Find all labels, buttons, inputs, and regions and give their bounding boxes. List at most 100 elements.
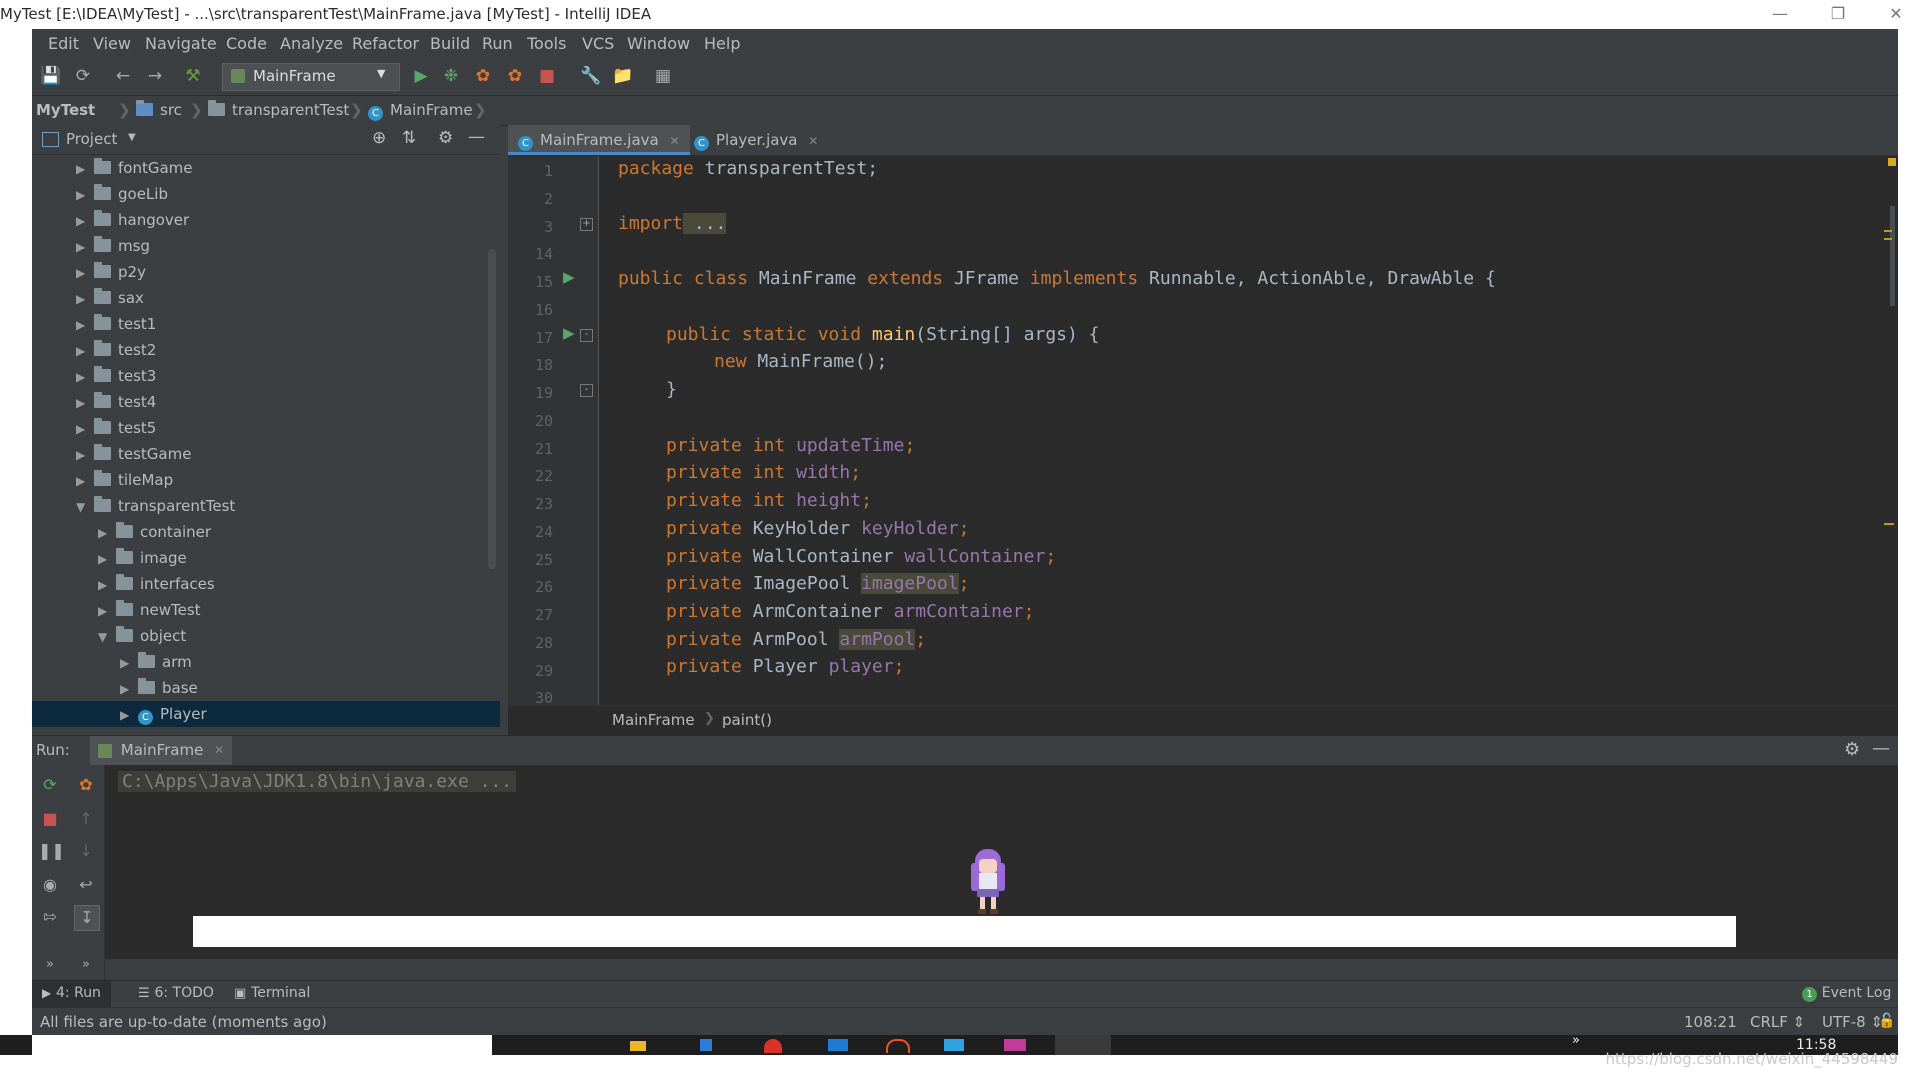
rerun-icon[interactable]: ⟳ xyxy=(38,773,62,797)
taskbar-search-box[interactable] xyxy=(32,1035,492,1055)
run-tab-mainframe[interactable]: MainFrame ✕ xyxy=(90,736,233,766)
fold-expand-icon[interactable]: + xyxy=(580,218,593,231)
expand-arrow-icon[interactable]: ▶ xyxy=(98,598,116,624)
sync-icon[interactable]: ⟳ xyxy=(72,65,94,87)
menu-code[interactable]: Code xyxy=(226,34,267,53)
tree-item-test2[interactable]: ▶ test2 xyxy=(76,337,156,363)
taskbar-active-app[interactable] xyxy=(1055,1035,1111,1055)
hide-panel-icon[interactable]: — xyxy=(1872,738,1890,759)
sdk-manager-icon[interactable]: ▦ xyxy=(652,65,674,87)
expand-arrow-icon[interactable]: ▶ xyxy=(76,390,94,416)
taskbar-app-icon[interactable] xyxy=(1004,1039,1026,1051)
close-tab-icon[interactable]: ✕ xyxy=(670,134,680,148)
tree-item-test5[interactable]: ▶ test5 xyxy=(76,415,156,441)
camera-icon[interactable]: ◉ xyxy=(38,873,62,897)
warning-marker[interactable] xyxy=(1884,523,1894,525)
collapse-arrow-icon[interactable]: ▼ xyxy=(76,494,94,520)
expand-arrow-icon[interactable]: ▶ xyxy=(76,286,94,312)
project-view-selector[interactable]: Project xyxy=(66,130,117,148)
expand-arrow-icon[interactable]: ▶ xyxy=(76,468,94,494)
breadcrumb-src[interactable]: src xyxy=(136,100,182,119)
tree-item-test1[interactable]: ▶ test1 xyxy=(76,311,156,337)
tool-window-todo[interactable]: ☰ 6: TODO xyxy=(128,981,224,1008)
fold-end-icon[interactable]: - xyxy=(580,384,593,397)
stop-icon[interactable]: ■ xyxy=(536,65,558,87)
arrow-up-icon[interactable]: ↑ xyxy=(74,807,98,831)
expand-arrow-icon[interactable]: ▶ xyxy=(76,208,94,234)
tree-item-container[interactable]: ▶ container xyxy=(98,519,211,545)
tree-item-tileMap[interactable]: ▶ tileMap xyxy=(76,467,173,493)
more-actions-icon[interactable]: » xyxy=(74,953,98,977)
locate-target-icon[interactable]: ⊕ xyxy=(372,128,386,148)
file-explorer-icon[interactable] xyxy=(630,1041,646,1051)
arrow-down-icon[interactable]: ↓ xyxy=(74,839,98,863)
menu-window[interactable]: Window xyxy=(627,34,690,53)
stop-icon[interactable]: ■ xyxy=(38,807,62,831)
close-button[interactable]: ✕ xyxy=(1878,2,1914,26)
gear-icon[interactable]: ⚙ xyxy=(1844,739,1860,760)
tool-window-run[interactable]: ▶ 4: Run xyxy=(32,981,111,1008)
menu-vcs[interactable]: VCS xyxy=(582,34,614,53)
minimize-button[interactable]: — xyxy=(1762,2,1798,26)
project-scrollbar[interactable] xyxy=(488,249,496,569)
back-icon[interactable]: ← xyxy=(112,65,134,87)
menu-tools[interactable]: Tools xyxy=(527,34,566,53)
warning-marker[interactable] xyxy=(1884,238,1892,240)
collapse-arrow-icon[interactable]: ▼ xyxy=(98,624,116,650)
run-configuration-select[interactable]: MainFrame ▼ xyxy=(222,63,400,91)
build-hammer-icon[interactable]: ⚒ xyxy=(182,65,204,87)
editor-crumb-class[interactable]: MainFrame xyxy=(612,711,695,729)
run-gutter-icon[interactable]: ▶ xyxy=(563,324,575,342)
expand-arrow-icon[interactable]: ▶ xyxy=(76,338,94,364)
gear-icon[interactable]: ⚙ xyxy=(438,128,453,148)
tree-item-object[interactable]: ▼ object xyxy=(98,623,186,649)
menu-refactor[interactable]: Refactor xyxy=(352,34,419,53)
tree-item-test3[interactable]: ▶ test3 xyxy=(76,363,156,389)
profile-icon[interactable]: ✿ xyxy=(504,65,526,87)
expand-arrow-icon[interactable]: ▶ xyxy=(120,702,138,728)
tray-overflow-icon[interactable]: » xyxy=(1572,1033,1580,1048)
restore-button[interactable]: ❐ xyxy=(1820,2,1856,26)
expand-arrow-icon[interactable]: ▶ xyxy=(76,364,94,390)
expand-arrow-icon[interactable]: ▶ xyxy=(76,182,94,208)
console-command-line[interactable]: C:\Apps\Java\JDK1.8\bin\java.exe ... xyxy=(118,771,517,792)
tree-item-msg[interactable]: ▶ msg xyxy=(76,233,150,259)
tab-player[interactable]: C Player.java ✕ xyxy=(684,125,828,155)
breadcrumb-project[interactable]: MyTest xyxy=(36,101,95,119)
chevron-down-icon[interactable]: ▼ xyxy=(128,132,136,143)
tree-item-hangover[interactable]: ▶ hangover xyxy=(76,207,189,233)
run-gutter-icon[interactable]: ▶ xyxy=(563,268,575,286)
expand-arrow-icon[interactable]: ▶ xyxy=(76,234,94,260)
editor-scrollbar-thumb[interactable] xyxy=(1890,206,1895,306)
expand-arrow-icon[interactable]: ▶ xyxy=(120,676,138,702)
lock-icon[interactable]: 🔓 xyxy=(1878,1013,1895,1029)
taskbar-app-icon[interactable] xyxy=(886,1039,910,1053)
settings-wrench-icon[interactable]: 🔧 xyxy=(580,65,602,87)
taskbar-app-icon[interactable] xyxy=(944,1039,964,1051)
editor-crumb-method[interactable]: paint() xyxy=(722,711,772,729)
run-coverage-icon[interactable]: ✿ xyxy=(472,65,494,87)
tree-item-transparentTest[interactable]: ▼ transparentTest xyxy=(76,493,235,519)
tree-item-arm[interactable]: ▶ arm xyxy=(120,649,192,675)
tree-item-sax[interactable]: ▶ sax xyxy=(76,285,144,311)
close-tab-icon[interactable]: ✕ xyxy=(808,134,818,148)
expand-arrow-icon[interactable]: ▶ xyxy=(76,312,94,338)
warning-marker[interactable] xyxy=(1884,230,1892,232)
hide-panel-icon[interactable]: — xyxy=(468,127,485,147)
expand-arrow-icon[interactable]: ▶ xyxy=(98,520,116,546)
debug-bug-icon[interactable]: ❉ xyxy=(440,65,462,87)
menu-navigate[interactable]: Navigate xyxy=(145,34,217,53)
exit-icon[interactable]: ⇰ xyxy=(38,905,62,929)
pause-icon[interactable]: ❚❚ xyxy=(38,839,65,863)
project-structure-icon[interactable]: 📁 xyxy=(612,65,634,87)
soft-wrap-icon[interactable]: ↩ xyxy=(74,873,98,897)
tree-item-test4[interactable]: ▶ test4 xyxy=(76,389,156,415)
file-encoding[interactable]: UTF-8 ⇕ xyxy=(1822,1013,1883,1031)
fold-collapse-icon[interactable]: - xyxy=(580,329,593,342)
tool-window-terminal[interactable]: ▣ Terminal xyxy=(224,981,320,1008)
run-icon[interactable]: ▶ xyxy=(410,65,432,87)
code-editor[interactable]: 1 2 3 14 15 16 17 18 19 20 21 22 23 24 2… xyxy=(508,156,1898,707)
caret-position[interactable]: 108:21 xyxy=(1684,1013,1737,1031)
forward-icon[interactable]: → xyxy=(144,65,166,87)
expand-arrow-icon[interactable]: ▶ xyxy=(76,260,94,286)
